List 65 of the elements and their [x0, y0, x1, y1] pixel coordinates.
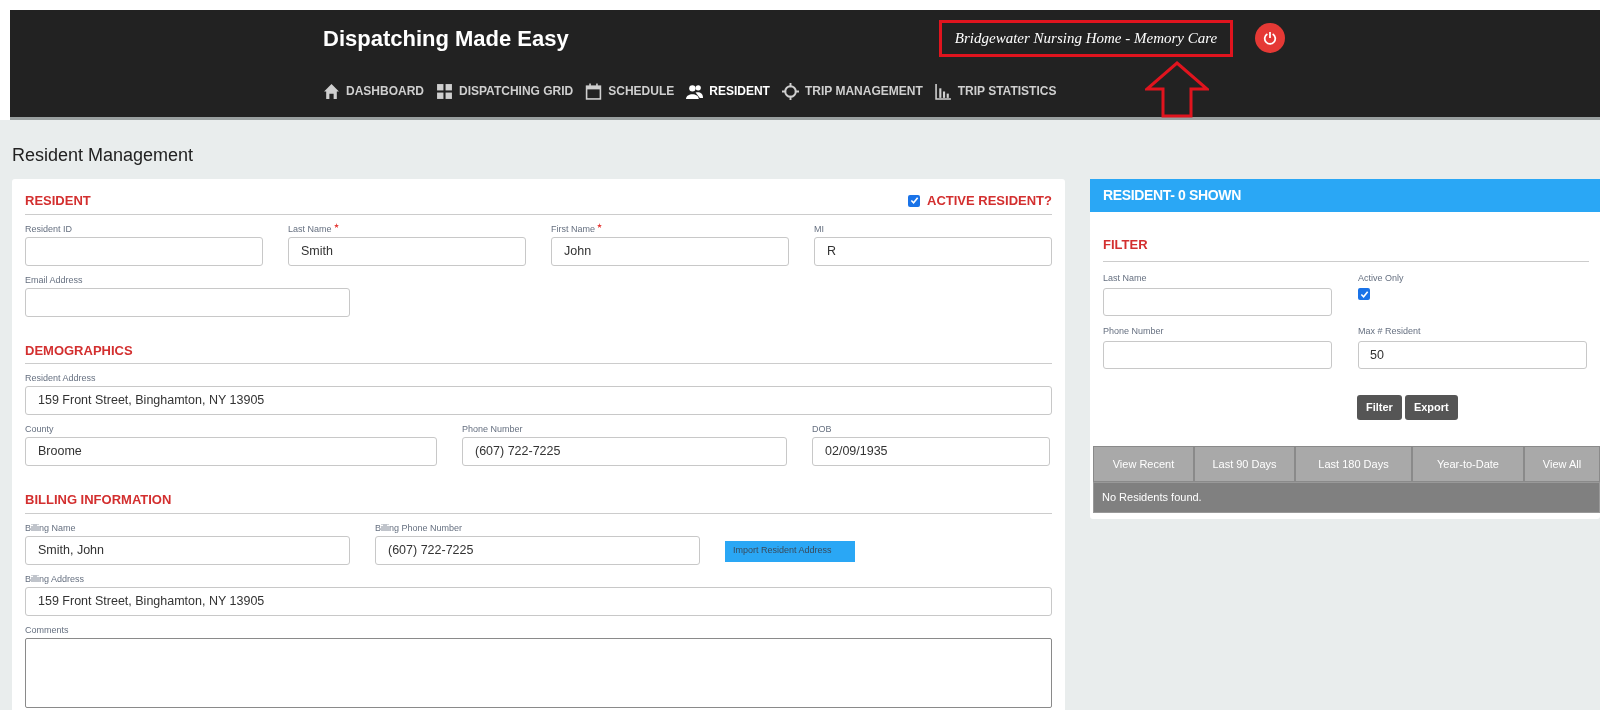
checkbox[interactable]: [908, 194, 921, 207]
input-field[interactable]: [25, 236, 263, 266]
grid-icon: [436, 82, 453, 100]
field-label: DOB: [812, 423, 833, 436]
filter-button[interactable]: Export: [1404, 395, 1458, 420]
power-icon: [1263, 31, 1277, 45]
nav-link[interactable]: RESIDENT: [686, 82, 770, 100]
field-label: Billing Name: [25, 521, 77, 535]
field-label: Max # Resident: [1358, 325, 1422, 338]
empty-message: No Residents found.: [1102, 490, 1202, 506]
field-label: Phone Number: [462, 423, 524, 436]
input-field[interactable]: 159 Front Street, Binghamton, NY 13905: [25, 386, 1052, 415]
input-field[interactable]: (607) 722-7225: [375, 535, 700, 565]
section-heading: BILLING INFORMATION: [25, 491, 172, 509]
required-icon: [597, 222, 602, 228]
checkbox-label: ACTIVE RESIDENT?: [927, 192, 1052, 210]
input-field[interactable]: [1103, 288, 1332, 316]
app-title: Dispatching Made Easy: [323, 25, 569, 53]
panel-title: RESIDENT- 0 SHOWN: [1103, 186, 1241, 205]
field-label: Billing Address: [25, 572, 86, 586]
field-label: Last Name: [288, 222, 526, 237]
field-label: First Name: [551, 222, 789, 237]
field-label: MI: [814, 222, 825, 236]
import-button[interactable]: Import Resident Address: [725, 540, 855, 562]
input-field[interactable]: 50: [1358, 341, 1587, 369]
input-field[interactable]: R: [814, 236, 1052, 266]
power-button[interactable]: [1255, 23, 1285, 53]
field-label: Resident ID: [25, 222, 74, 236]
input-field[interactable]: 159 Front Street, Binghamton, NY 13905: [25, 586, 1052, 616]
filter-button[interactable]: Filter: [1357, 395, 1402, 420]
input-field[interactable]: Broome: [25, 437, 437, 466]
section-heading: RESIDENT: [25, 192, 91, 210]
field-label: Resident Address: [25, 372, 97, 385]
nav-link[interactable]: DISPATCHING GRID: [436, 82, 574, 100]
nav-link[interactable]: TRIP MANAGEMENT: [781, 82, 923, 100]
comments-field[interactable]: [25, 637, 1052, 708]
facility-name: Bridgewater Nursing Home - Memory Care: [954, 29, 1218, 49]
field-label: County: [25, 423, 55, 436]
nav-link[interactable]: TRIP STATISTICS: [934, 82, 1057, 100]
field-label: Active Only: [1358, 272, 1405, 285]
section-heading: FILTER: [1103, 237, 1148, 252]
input-field[interactable]: Smith, John: [25, 535, 350, 565]
users-icon: [686, 82, 704, 100]
field-label: Billing Phone Number: [375, 521, 464, 535]
input-field[interactable]: [25, 287, 350, 317]
field-label: Comments: [25, 623, 70, 637]
home-icon: [323, 82, 340, 100]
annotation-arrow: [1145, 61, 1209, 118]
field-label: Last Name: [1103, 272, 1148, 285]
calendar-icon: [585, 82, 603, 100]
input-field[interactable]: 02/09/1935: [812, 437, 1050, 466]
field-label: Email Address: [25, 273, 84, 287]
input-field[interactable]: John: [551, 236, 789, 266]
input-field[interactable]: [1103, 341, 1332, 369]
page-title: Resident Management: [12, 144, 194, 167]
nav-link[interactable]: DASHBOARD: [323, 82, 424, 100]
section-heading: DEMOGRAPHICS: [25, 341, 133, 360]
crosshair-icon: [781, 82, 799, 100]
bar-chart-icon: [934, 82, 952, 100]
input-field[interactable]: Smith: [288, 236, 526, 266]
nav-link[interactable]: SCHEDULE: [585, 82, 675, 100]
required-icon: [333, 222, 339, 228]
input-field[interactable]: (607) 722-7225: [462, 437, 787, 466]
checkbox[interactable]: [1358, 288, 1370, 300]
field-label: Phone Number: [1103, 325, 1165, 338]
